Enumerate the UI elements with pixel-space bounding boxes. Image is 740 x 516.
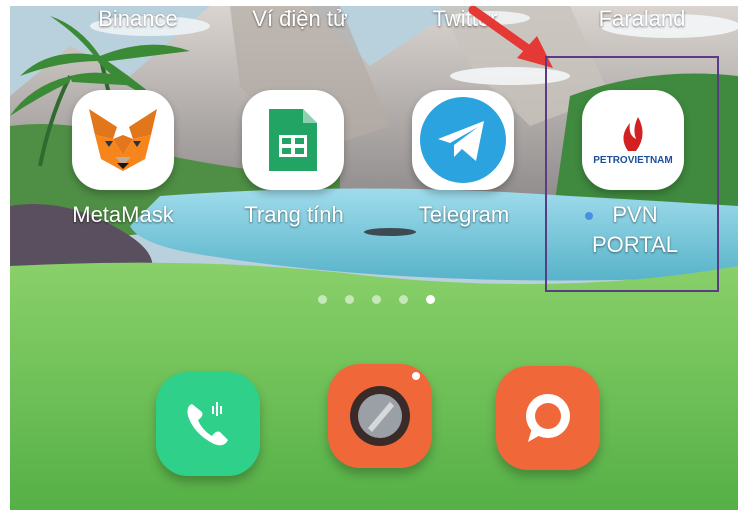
- chat-bubble-icon: [526, 394, 570, 442]
- phone-icon: [187, 402, 228, 446]
- metamask-fox-icon: [89, 109, 157, 171]
- page-indicator[interactable]: [318, 295, 435, 304]
- home-screen: Binance Ví điện tử Twitter Faraland Meta…: [10, 6, 738, 510]
- notification-dot: [412, 372, 420, 380]
- app-label-binance[interactable]: Binance: [78, 6, 198, 32]
- telegram-icon: [420, 97, 506, 183]
- camera-icon: [350, 386, 410, 446]
- page-dot[interactable]: [318, 295, 327, 304]
- page-dot[interactable]: [345, 295, 354, 304]
- app-label-telegram[interactable]: Telegram: [396, 202, 532, 228]
- sheets-app-icon[interactable]: [242, 90, 344, 190]
- camera-app-icon[interactable]: [328, 364, 432, 468]
- telegram-app-icon[interactable]: [412, 90, 514, 190]
- page-dot[interactable]: [372, 295, 381, 304]
- sheets-icon: [269, 109, 317, 171]
- app-label-trang-tinh[interactable]: Trang tính: [224, 202, 364, 228]
- messages-app-icon[interactable]: [496, 366, 600, 470]
- app-label-faraland[interactable]: Faraland: [582, 6, 702, 32]
- phone-app-icon[interactable]: [156, 372, 260, 476]
- app-label-vi-dien-tu[interactable]: Ví điện tử: [230, 6, 370, 32]
- page-dot-active[interactable]: [426, 295, 435, 304]
- app-label-metamask[interactable]: MetaMask: [50, 202, 196, 228]
- metamask-app-icon[interactable]: [72, 90, 174, 190]
- page-dot[interactable]: [399, 295, 408, 304]
- highlight-box: [545, 56, 719, 292]
